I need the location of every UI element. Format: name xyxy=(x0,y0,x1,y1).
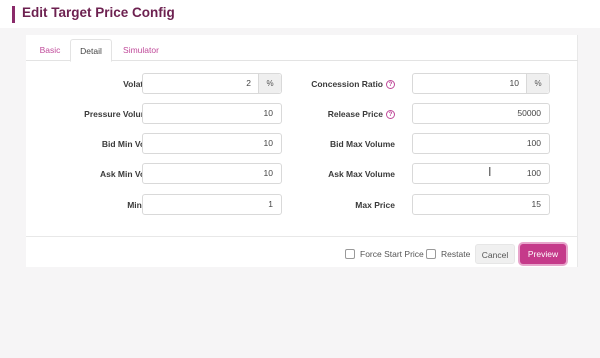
checkbox-icon[interactable] xyxy=(426,249,436,259)
percent-addon: % xyxy=(258,74,281,93)
pressure-volume-input[interactable]: 10 xyxy=(142,103,282,124)
release-price-input[interactable]: 50000 xyxy=(412,103,550,124)
concession-ratio-label: Concession Ratio? xyxy=(311,79,395,89)
bid-min-volume-input[interactable]: 10 xyxy=(142,133,282,154)
bid-max-volume-input[interactable]: 100 xyxy=(412,133,550,154)
max-price-label: Max Price xyxy=(355,200,395,210)
percent-addon: % xyxy=(526,74,549,93)
tab-basic[interactable]: Basic xyxy=(32,39,68,61)
max-price-input[interactable]: 15 xyxy=(412,194,550,215)
tab-bar: Basic Detail Simulator xyxy=(26,39,578,62)
checkbox-icon[interactable] xyxy=(345,249,355,259)
force-start-price-label: Force Start Price xyxy=(360,249,424,259)
release-price-label: Release Price? xyxy=(328,109,395,119)
restate-checkbox[interactable]: Restate xyxy=(426,248,470,260)
tab-detail[interactable]: Detail xyxy=(70,39,112,62)
help-icon[interactable]: ? xyxy=(386,80,395,89)
dialog-title: Edit Target Price Config xyxy=(22,5,175,20)
preview-button[interactable]: Preview xyxy=(520,244,566,264)
footer-divider xyxy=(26,236,578,237)
concession-ratio-input[interactable]: 10 % xyxy=(412,73,550,94)
tab-simulator[interactable]: Simulator xyxy=(116,39,166,61)
config-panel: Basic Detail Simulator Volatility/s 2 % … xyxy=(26,35,578,267)
header-accent-bar xyxy=(12,6,15,23)
dialog-header: Edit Target Price Config xyxy=(0,0,600,28)
restate-label: Restate xyxy=(441,249,471,259)
force-start-price-checkbox[interactable]: Force Start Price xyxy=(345,248,424,260)
text-cursor-icon: I xyxy=(488,165,492,179)
ask-min-volume-input[interactable]: 10 xyxy=(142,163,282,184)
volatility-input[interactable]: 2 % xyxy=(142,73,282,94)
min-price-input[interactable]: 1 xyxy=(142,194,282,215)
help-icon[interactable]: ? xyxy=(386,110,395,119)
ask-max-volume-label: Ask Max Volume xyxy=(328,169,395,179)
ask-max-volume-input[interactable]: 100 xyxy=(412,163,550,184)
bid-max-volume-label: Bid Max Volume xyxy=(329,139,395,149)
cancel-button[interactable]: Cancel xyxy=(475,244,515,264)
